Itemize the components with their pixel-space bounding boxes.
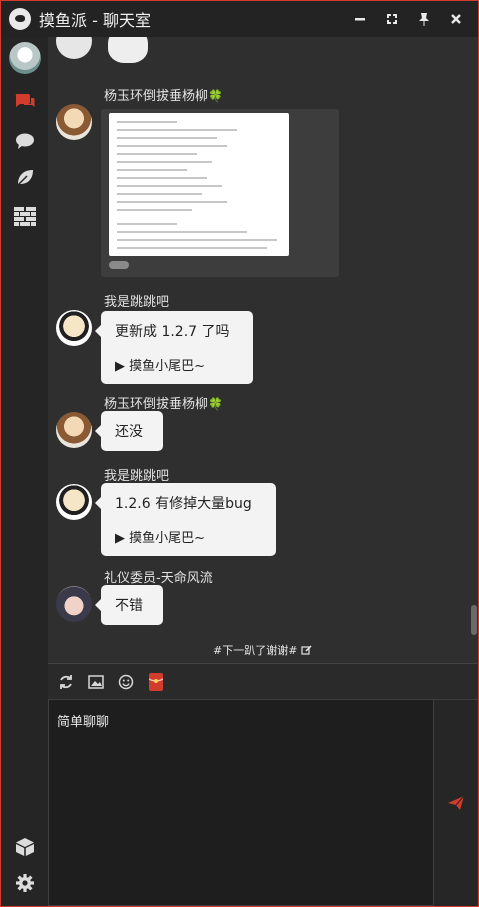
message-item (48, 37, 477, 63)
restore-icon (387, 14, 397, 24)
user-avatar[interactable] (9, 42, 41, 74)
message-avatar[interactable] (56, 484, 92, 520)
emoji-button[interactable] (114, 670, 138, 694)
chat-scrollbar[interactable] (471, 605, 477, 635)
message-avatar[interactable] (56, 310, 92, 346)
smile-icon (118, 674, 134, 689)
sidebar-item-leaf[interactable] (13, 165, 37, 189)
message-text: 更新成 1.2.7 了吗 (115, 324, 230, 340)
topic-bar[interactable]: #下一趴了谢谢# (48, 642, 477, 663)
message-bubble[interactable]: 1.2.6 有修掉大量bug ▶ 摸鱼小尾巴~ (95, 483, 276, 556)
image-icon (88, 674, 104, 689)
chatroom-icon (15, 94, 35, 107)
pin-button[interactable] (408, 1, 440, 37)
title-separator: - (87, 11, 103, 30)
topic-text: #下一趴了谢谢# (213, 644, 298, 657)
message-tail[interactable]: ▶ 摸鱼小尾巴~ (115, 527, 262, 546)
sidebar-item-wall[interactable] (13, 205, 37, 229)
gear-icon (16, 874, 34, 892)
red-packet-icon (149, 672, 163, 691)
window-title: 摸鱼派 - 聊天室 (39, 7, 151, 31)
leaf-icon (16, 170, 33, 187)
pin-icon (419, 13, 429, 26)
message-item: 杨玉环倒拔垂杨柳🍀 (48, 85, 477, 285)
close-icon (451, 14, 461, 24)
edit-icon[interactable] (301, 645, 312, 655)
fish-logo-icon (9, 8, 31, 30)
chat-bubble-icon (16, 133, 34, 149)
clover-badge-icon: 🍀 (208, 397, 223, 411)
message-avatar[interactable] (56, 104, 92, 140)
brick-wall-icon (14, 207, 36, 226)
title-bar[interactable]: 摸鱼派 - 聊天室 (1, 1, 478, 37)
refresh-button[interactable] (54, 670, 78, 694)
cube-icon (16, 838, 34, 856)
message-nickname: 礼仪委员-天命风流 (104, 571, 213, 586)
message-list[interactable]: 杨玉环倒拔垂杨柳🍀 我是跳跳吧 更新成 1.2.7 了吗 ▶ 摸鱼小尾巴~ 杨玉… (48, 37, 477, 663)
close-button[interactable] (440, 1, 472, 37)
message-avatar[interactable] (56, 586, 92, 622)
message-avatar[interactable] (56, 37, 92, 59)
clover-badge-icon: 🍀 (208, 89, 223, 103)
message-item: 我是跳跳吧 更新成 1.2.7 了吗 ▶ 摸鱼小尾巴~ (48, 291, 477, 391)
message-image[interactable] (101, 109, 339, 277)
message-text: 1.2.6 有修掉大量bug (115, 496, 252, 512)
message-bubble[interactable]: 更新成 1.2.7 了吗 ▶ 摸鱼小尾巴~ (95, 311, 253, 384)
restore-button[interactable] (376, 1, 408, 37)
send-button[interactable] (434, 699, 477, 906)
sidebar-item-chatroom[interactable] (13, 89, 37, 113)
red-packet-button[interactable] (144, 670, 168, 694)
message-item: 礼仪委员-天命风流 不错 (48, 567, 477, 637)
message-text: 不错 (115, 598, 143, 614)
send-icon (447, 795, 464, 810)
sidebar-item-package[interactable] (13, 835, 37, 859)
app-window: 摸鱼派 - 聊天室 杨玉环倒拔垂杨柳🍀 我是跳跳吧 更新成 1.2.7 了吗 ▶… (0, 0, 479, 907)
message-bubble[interactable]: 不错 (95, 585, 163, 625)
troll-face-sticker[interactable] (108, 37, 148, 63)
minimize-button[interactable] (344, 1, 376, 37)
brand-name: 摸鱼派 (39, 11, 88, 30)
message-bubble[interactable]: 还没 (95, 411, 163, 451)
window-name: 聊天室 (102, 11, 151, 30)
message-nickname: 杨玉环倒拔垂杨柳🍀 (104, 89, 223, 104)
screenshot-image (109, 113, 289, 256)
minimize-icon (355, 18, 365, 21)
message-text: 还没 (115, 424, 143, 440)
message-nickname: 我是跳跳吧 (104, 295, 170, 310)
message-item: 杨玉环倒拔垂杨柳🍀 还没 (48, 393, 477, 463)
message-nickname: 杨玉环倒拔垂杨柳🍀 (104, 397, 223, 412)
message-nickname: 我是跳跳吧 (104, 469, 170, 484)
sidebar-item-private-chat[interactable] (13, 129, 37, 153)
window-controls (344, 1, 472, 37)
sidebar (1, 37, 48, 906)
message-tail[interactable]: ▶ 摸鱼小尾巴~ (115, 355, 239, 374)
message-item: 我是跳跳吧 1.2.6 有修掉大量bug ▶ 摸鱼小尾巴~ (48, 465, 477, 565)
image-footer-icon (109, 261, 129, 269)
refresh-icon (60, 674, 72, 689)
message-input[interactable]: 简单聊聊 (48, 699, 434, 906)
sidebar-item-settings[interactable] (13, 871, 37, 895)
message-input-value[interactable]: 简单聊聊 (49, 700, 433, 741)
message-avatar[interactable] (56, 412, 92, 448)
input-toolbar (48, 663, 477, 699)
image-button[interactable] (84, 670, 108, 694)
